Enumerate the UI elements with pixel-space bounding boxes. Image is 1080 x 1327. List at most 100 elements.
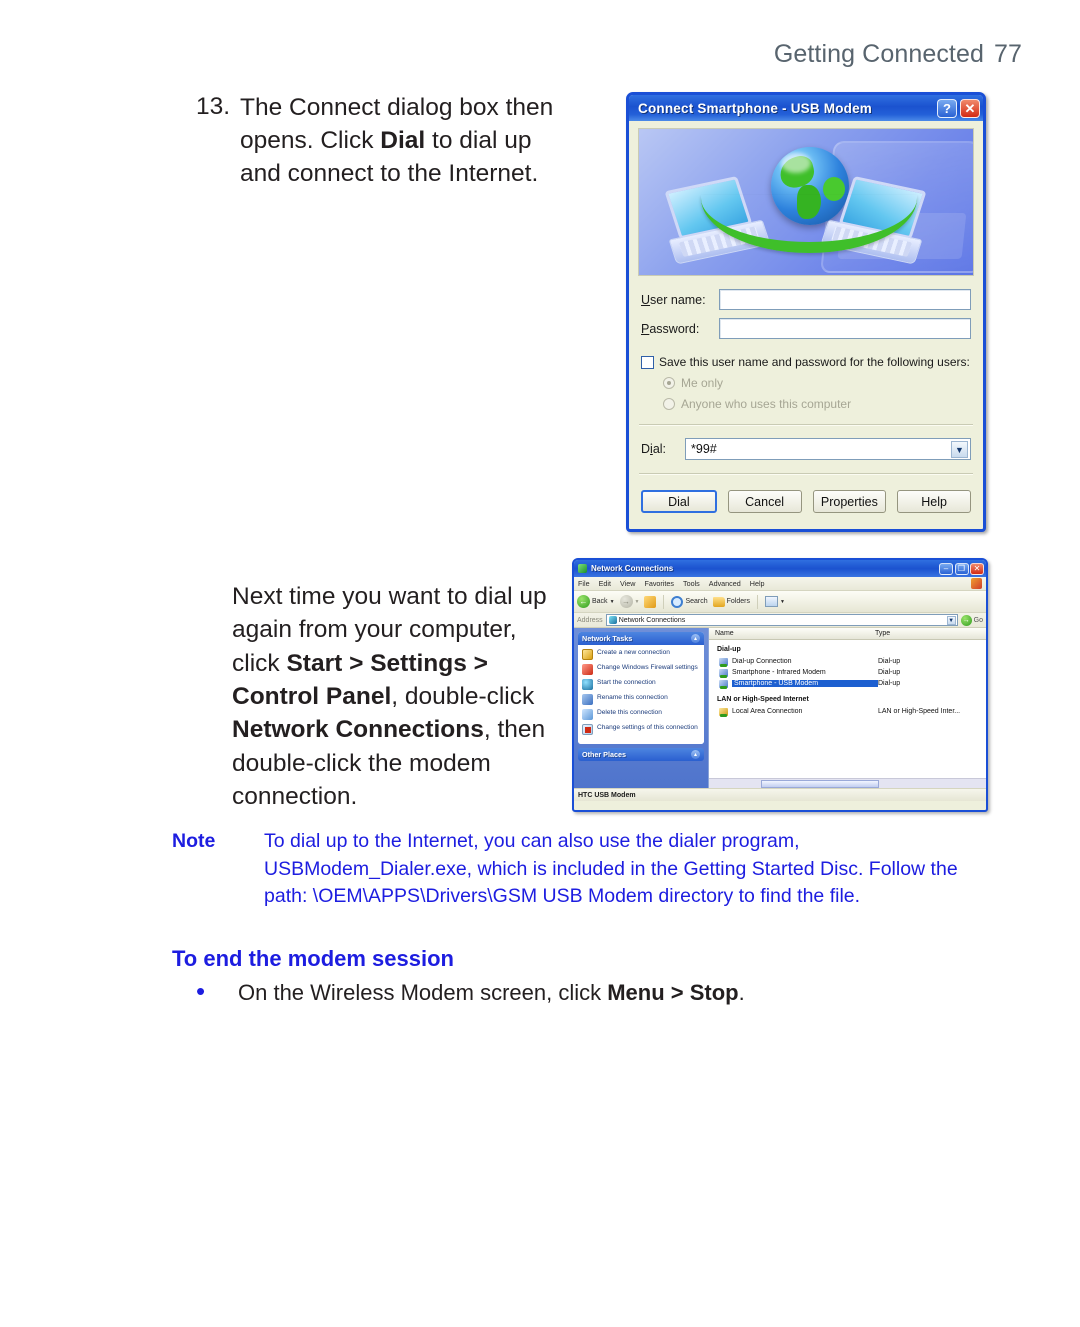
connection-name: Local Area Connection	[732, 708, 803, 715]
folder-icon	[712, 596, 725, 607]
rename-icon	[582, 694, 593, 705]
views-button[interactable]: ▼	[765, 596, 785, 607]
close-icon[interactable]: ✕	[970, 562, 984, 575]
task-delete-connection[interactable]: Delete this connection	[582, 709, 700, 720]
status-bar: HTC USB Modem	[574, 788, 986, 801]
chevron-down-icon[interactable]: ▼	[635, 599, 640, 605]
column-header-type[interactable]: Type	[869, 630, 890, 637]
radio-anyone-label: Anyone who uses this computer	[681, 397, 852, 411]
menu-favorites[interactable]: Favorites	[644, 579, 674, 588]
radio-anyone[interactable]	[663, 398, 675, 410]
address-input[interactable]: Network Connections ▼	[605, 614, 958, 626]
back-button[interactable]: ← Back ▼	[577, 595, 615, 608]
menu-tools[interactable]: Tools	[683, 579, 700, 588]
password-input[interactable]	[719, 318, 971, 339]
task-rename-connection[interactable]: Rename this connection	[582, 694, 700, 705]
menu-file[interactable]: File	[578, 579, 590, 588]
list-item-selected[interactable]: Smartphone - USB Modem Dial-up	[709, 678, 986, 689]
username-input[interactable]	[719, 289, 971, 310]
divider	[639, 473, 973, 475]
chevron-down-icon[interactable]: ▼	[946, 616, 956, 625]
task-change-settings[interactable]: Change settings of this connection	[582, 724, 700, 735]
page-number: 77	[993, 40, 1022, 68]
search-button[interactable]: Search	[671, 595, 708, 608]
menu-edit[interactable]: Edit	[599, 579, 611, 588]
new-connection-icon	[582, 649, 593, 660]
task-change-firewall-settings[interactable]: Change Windows Firewall settings	[582, 664, 700, 675]
task-create-new-connection[interactable]: Create a new connection	[582, 649, 700, 660]
network-connections-titlebar[interactable]: Network Connections – ❐ ✕	[574, 560, 986, 577]
chevron-down-icon[interactable]: ▼	[780, 599, 785, 605]
chevron-down-icon[interactable]: ▼	[610, 599, 615, 605]
search-label: Search	[685, 598, 708, 605]
list-column-headers[interactable]: Name Type	[709, 628, 986, 640]
next-time-bold-2: Network Connections	[232, 716, 484, 744]
toolbar-divider	[757, 594, 758, 609]
next-time-text-b: , double-click	[391, 682, 535, 710]
end-session-text: On the Wireless Modem screen, click Menu…	[238, 980, 745, 1006]
dial-number-combobox[interactable]: *99# ▼	[685, 438, 971, 460]
network-connections-window[interactable]: Network Connections – ❐ ✕ File Edit View…	[572, 558, 988, 812]
network-connections-title: Network Connections	[591, 564, 674, 573]
list-item[interactable]: Dial-up Connection Dial-up	[709, 656, 986, 667]
folders-button[interactable]: Folders	[712, 596, 750, 607]
lan-connection-icon	[719, 707, 728, 717]
help-icon[interactable]: ?	[937, 98, 957, 118]
minimize-icon[interactable]: –	[939, 562, 953, 575]
task-label: Rename this connection	[597, 694, 668, 701]
other-places-header[interactable]: Other Places ▴	[578, 748, 704, 761]
network-tasks-title: Network Tasks	[582, 634, 633, 643]
connect-dialog-banner-illustration	[638, 128, 974, 276]
address-bar[interactable]: Address Network Connections ▼ → Go	[574, 613, 986, 628]
forward-button[interactable]: → ▼	[619, 595, 640, 608]
menu-help[interactable]: Help	[750, 579, 765, 588]
maximize-icon[interactable]: ❐	[954, 562, 969, 575]
connect-dialog-window[interactable]: Connect Smartphone - USB Modem ? ✕ User …	[626, 92, 986, 532]
list-item[interactable]: Smartphone - Infrared Modem Dial-up	[709, 667, 986, 678]
help-button[interactable]: Help	[897, 490, 971, 513]
settings-icon	[582, 724, 593, 735]
status-text: HTC USB Modem	[578, 791, 636, 799]
network-tasks-header[interactable]: Network Tasks ▴	[578, 632, 704, 645]
folders-label: Folders	[726, 598, 750, 605]
end-session-bullet-item: • On the Wireless Modem screen, click Me…	[196, 978, 956, 1006]
properties-button[interactable]: Properties	[812, 490, 887, 513]
close-icon[interactable]: ✕	[960, 98, 980, 118]
cancel-button[interactable]: Cancel	[727, 490, 802, 513]
go-button[interactable]: → Go	[960, 614, 983, 626]
running-head: Getting Connected 77	[0, 40, 1022, 69]
connection-type: LAN or High-Speed Inter...	[878, 708, 961, 715]
group-header-dialup: Dial-up	[717, 646, 741, 653]
column-header-name[interactable]: Name	[709, 630, 869, 637]
connections-list-pane[interactable]: Name Type Dial-up Dial-up Connection Dia…	[708, 628, 986, 788]
connection-type: Dial-up	[878, 669, 901, 676]
save-credentials-checkbox[interactable]	[641, 356, 654, 369]
menu-advanced[interactable]: Advanced	[709, 579, 741, 588]
network-tasks-panel: Network Tasks ▴ Create a new connection …	[578, 632, 704, 744]
horizontal-scrollbar[interactable]	[709, 778, 986, 788]
other-places-panel: Other Places ▴	[578, 748, 704, 761]
up-button[interactable]	[644, 595, 657, 608]
toolbar-divider	[663, 594, 665, 609]
radio-me-only[interactable]	[663, 377, 675, 389]
chevron-down-icon[interactable]: ▼	[951, 441, 968, 458]
chevron-up-icon[interactable]: ▴	[691, 750, 700, 759]
connect-dialog-window-buttons: ? ✕	[937, 98, 980, 118]
list-item[interactable]: Local Area Connection LAN or High-Speed …	[709, 706, 986, 717]
firewall-icon	[582, 664, 593, 675]
save-credentials-checkbox-row[interactable]: Save this user name and password for the…	[641, 355, 971, 369]
network-connections-menubar[interactable]: File Edit View Favorites Tools Advanced …	[574, 577, 986, 591]
radio-anyone-row[interactable]: Anyone who uses this computer	[663, 397, 971, 411]
dial-button[interactable]: Dial	[641, 490, 717, 513]
network-connections-toolbar[interactable]: ← Back ▼ → ▼ Search Folders ▼	[574, 591, 986, 613]
chevron-up-icon[interactable]: ▴	[691, 634, 700, 643]
password-label: Password:	[641, 321, 700, 336]
username-label: User name:	[641, 292, 706, 307]
radio-me-only-label: Me only	[681, 376, 724, 390]
menu-view[interactable]: View	[620, 579, 635, 588]
connect-dialog-titlebar[interactable]: Connect Smartphone - USB Modem ? ✕	[629, 95, 983, 121]
task-start-connection[interactable]: Start the connection	[582, 679, 700, 690]
scrollbar-thumb[interactable]	[761, 779, 879, 788]
connection-type: Dial-up	[878, 680, 901, 687]
radio-me-only-row[interactable]: Me only	[663, 376, 971, 390]
